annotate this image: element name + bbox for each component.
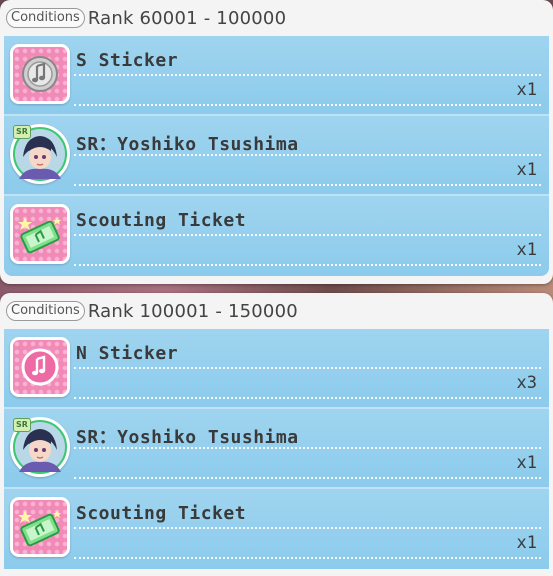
divider (74, 557, 541, 559)
divider (74, 447, 541, 449)
reward-row-n-sticker[interactable]: N Sticker x3 (4, 329, 549, 409)
reward-list: N Sticker x3 SR SR：Yoshiko Tsushima x1 S… (0, 329, 553, 569)
reward-panel-rank-100001-150000: Conditions Rank 100001 - 150000 N Sticke… (0, 293, 553, 576)
pink-music-note-sticker-icon (10, 337, 70, 397)
reward-title: N Sticker (76, 343, 179, 364)
divider (74, 477, 541, 479)
reward-row-scouting-ticket[interactable]: Scouting Ticket x1 (4, 196, 549, 276)
yoshiko-tsushima-card-icon: SR (10, 124, 70, 184)
divider (74, 74, 541, 76)
reward-quantity: x1 (516, 453, 537, 473)
reward-row-scouting-ticket[interactable]: Scouting Ticket x1 (4, 489, 549, 569)
sr-rarity-tag: SR (13, 125, 31, 139)
reward-title: S Sticker (76, 50, 179, 71)
reward-quantity: x1 (516, 240, 537, 260)
reward-quantity: x3 (516, 373, 537, 393)
panel-header: Conditions Rank 60001 - 100000 (0, 0, 553, 36)
scouting-ticket-icon (10, 204, 70, 264)
reward-row-sr-yoshiko[interactable]: SR SR：Yoshiko Tsushima x1 (4, 116, 549, 196)
reward-quantity: x1 (516, 533, 537, 553)
divider (74, 367, 541, 369)
conditions-badge[interactable]: Conditions (6, 8, 85, 28)
divider (74, 104, 541, 106)
reward-title: Scouting Ticket (76, 503, 247, 524)
conditions-badge[interactable]: Conditions (6, 301, 85, 321)
reward-list: S Sticker x1 SR SR：Yoshiko Tsushima x1 S… (0, 36, 553, 276)
reward-row-sr-yoshiko[interactable]: SR SR：Yoshiko Tsushima x1 (4, 409, 549, 489)
reward-row-s-sticker[interactable]: S Sticker x1 (4, 36, 549, 116)
reward-quantity: x1 (516, 160, 537, 180)
rank-range-label: Rank 100001 - 150000 (87, 300, 298, 322)
panel-header: Conditions Rank 100001 - 150000 (0, 293, 553, 329)
divider (74, 264, 541, 266)
reward-quantity: x1 (516, 80, 537, 100)
divider (74, 234, 541, 236)
divider (74, 154, 541, 156)
reward-panel-rank-60001-100000: Conditions Rank 60001 - 100000 S Sticker… (0, 0, 553, 284)
scouting-ticket-icon (10, 497, 70, 557)
divider (74, 527, 541, 529)
reward-title: SR：Yoshiko Tsushima (76, 134, 299, 155)
divider (74, 397, 541, 399)
reward-title: Scouting Ticket (76, 210, 247, 231)
sr-rarity-tag: SR (13, 418, 31, 432)
rank-range-label: Rank 60001 - 100000 (87, 7, 287, 29)
silver-music-note-sticker-icon (10, 44, 70, 104)
reward-title: SR：Yoshiko Tsushima (76, 427, 299, 448)
divider (74, 184, 541, 186)
yoshiko-tsushima-card-icon: SR (10, 417, 70, 477)
